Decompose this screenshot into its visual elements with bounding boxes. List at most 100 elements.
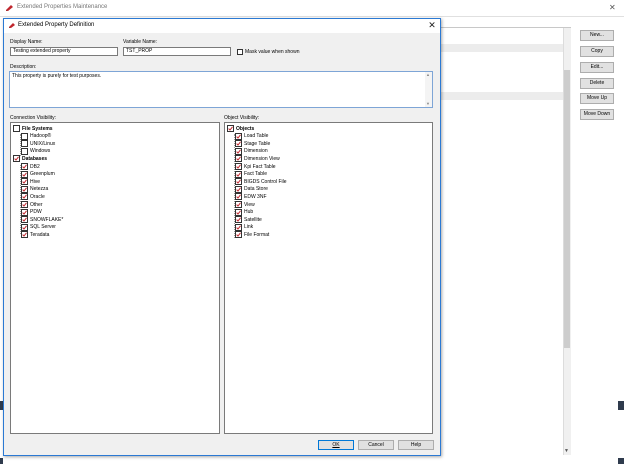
tree-item[interactable]: View [235, 201, 255, 208]
tree-group[interactable]: File Systems [13, 125, 53, 132]
checked-checkbox-icon[interactable] [21, 163, 28, 170]
tree-item[interactable]: UNIX/Linux [21, 140, 55, 148]
checked-checkbox-icon[interactable] [227, 125, 234, 132]
checked-checkbox-icon[interactable] [235, 201, 242, 208]
cancel-button[interactable]: Cancel [358, 440, 394, 450]
tree-node-label: Satellite [244, 216, 262, 223]
help-button[interactable]: Help [398, 440, 434, 450]
dialog-close-icon[interactable]: ✕ [426, 19, 438, 31]
checked-checkbox-icon[interactable] [235, 208, 242, 216]
scroll-down-icon[interactable]: ▼ [564, 448, 569, 454]
background-close-icon[interactable]: ✕ [609, 3, 616, 12]
tree-item[interactable]: DB2 [21, 163, 40, 170]
tree-node-label: Teradata [30, 231, 50, 238]
tree-node-label: File Systems [22, 125, 53, 132]
tree-node-label: Databases [22, 155, 48, 162]
tree-node-label: Windows [30, 148, 51, 155]
checked-checkbox-icon[interactable] [21, 216, 28, 224]
edit-button[interactable]: Edit... [580, 62, 614, 73]
checked-checkbox-icon[interactable] [235, 231, 242, 239]
tree-item[interactable]: Dimension [235, 147, 268, 155]
tree-item[interactable]: Dimension View [235, 155, 280, 163]
tree-group[interactable]: Objects [227, 125, 254, 132]
checked-checkbox-icon[interactable] [235, 132, 242, 140]
tree-item[interactable]: Data Store [235, 185, 268, 193]
tree-item[interactable]: Stage Table [235, 140, 271, 148]
tree-item[interactable]: Oracle [21, 193, 45, 201]
tree-group[interactable]: Databases [13, 155, 48, 163]
tree-item[interactable]: Satellite [235, 216, 262, 224]
checked-checkbox-icon[interactable] [21, 178, 28, 186]
tree-node-label: Stage Table [244, 140, 271, 147]
tree-node-label: Fact Table [244, 171, 267, 178]
checked-checkbox-icon[interactable] [235, 155, 242, 163]
checked-checkbox-icon[interactable] [235, 216, 242, 224]
variable-name-label: Variable Name: [123, 39, 158, 45]
background-window-title: Extended Properties Maintenance [17, 4, 108, 10]
tree-item[interactable]: BIGDS Control File [235, 178, 287, 186]
checked-checkbox-icon[interactable] [235, 193, 242, 201]
scroll-down-icon[interactable]: ▼ [426, 101, 430, 106]
checked-checkbox-icon[interactable] [235, 140, 242, 148]
checked-checkbox-icon[interactable] [21, 231, 28, 239]
checked-checkbox-icon[interactable] [21, 185, 28, 193]
variable-name-input[interactable]: TST_PROP [123, 47, 231, 56]
unchecked-checkbox-icon[interactable] [21, 147, 28, 155]
tree-item[interactable]: Hub [235, 208, 253, 216]
checked-checkbox-icon[interactable] [21, 208, 28, 216]
tree-item[interactable]: Link [235, 223, 254, 231]
tree-node-label: Hadoop® [30, 133, 52, 140]
tree-item[interactable]: Kpi Fact Table [235, 163, 276, 170]
tree-node-label: Hive [30, 178, 41, 185]
app-logo-icon [5, 4, 14, 12]
checked-checkbox-icon[interactable] [235, 185, 242, 193]
new-button[interactable]: New... [580, 30, 614, 41]
tree-item[interactable]: Hive [21, 178, 41, 186]
tree-node-label: Link [244, 224, 254, 231]
copy-button[interactable]: Copy [580, 46, 614, 57]
tree-item[interactable]: Greenplum [21, 170, 55, 178]
list-row[interactable] [439, 92, 563, 100]
delete-button[interactable]: Delete [580, 78, 614, 89]
unchecked-checkbox-icon[interactable] [21, 140, 28, 148]
list-row[interactable] [439, 44, 563, 52]
background-bottom-edge [0, 455, 624, 464]
checked-checkbox-icon[interactable] [21, 223, 28, 231]
tree-item[interactable]: SNOWFLAKE* [21, 216, 64, 224]
unchecked-checkbox-icon[interactable] [13, 125, 20, 132]
checked-checkbox-icon[interactable] [235, 178, 242, 186]
tree-item[interactable]: SQL Server [21, 223, 56, 231]
tree-node-label: Load Table [244, 133, 269, 140]
tree-item[interactable]: Windows [21, 147, 51, 155]
tree-node-label: File Format [244, 231, 270, 238]
tree-item[interactable]: PDW [21, 208, 42, 216]
tree-item[interactable]: File Format [235, 231, 270, 239]
list-scrollbar-thumb[interactable] [564, 70, 570, 348]
tree-node-label: Dimension [244, 148, 268, 155]
checked-checkbox-icon[interactable] [235, 147, 242, 155]
move-down-button[interactable]: Move Down [580, 109, 614, 120]
checked-checkbox-icon[interactable] [235, 163, 242, 170]
display-name-input[interactable]: Testing extended property [10, 47, 118, 56]
scroll-up-icon[interactable]: ▲ [426, 72, 430, 77]
tree-item[interactable]: Hadoop® [21, 132, 52, 140]
checked-checkbox-icon[interactable] [21, 170, 28, 178]
checked-checkbox-icon[interactable] [13, 155, 20, 163]
ok-button[interactable]: OK [318, 440, 354, 450]
checked-checkbox-icon[interactable] [235, 170, 242, 178]
checked-checkbox-icon[interactable] [21, 201, 28, 208]
tree-item[interactable]: EDW 3NF [235, 193, 267, 201]
taskbar-edge [0, 458, 3, 464]
checked-checkbox-icon[interactable] [235, 223, 242, 231]
tree-item[interactable]: Netezza [21, 185, 48, 193]
tree-item[interactable]: Other [21, 201, 43, 208]
mask-value-checkbox[interactable] [237, 49, 243, 55]
tree-item[interactable]: Fact Table [235, 170, 267, 178]
connection-visibility-tree[interactable] [10, 122, 220, 434]
move-up-button[interactable]: Move Up [580, 93, 614, 104]
checked-checkbox-icon[interactable] [21, 193, 28, 201]
tree-item[interactable]: Load Table [235, 132, 269, 140]
unchecked-checkbox-icon[interactable] [21, 132, 28, 140]
tree-item[interactable]: Teradata [21, 231, 50, 239]
tree-node-label: SNOWFLAKE* [30, 216, 64, 223]
